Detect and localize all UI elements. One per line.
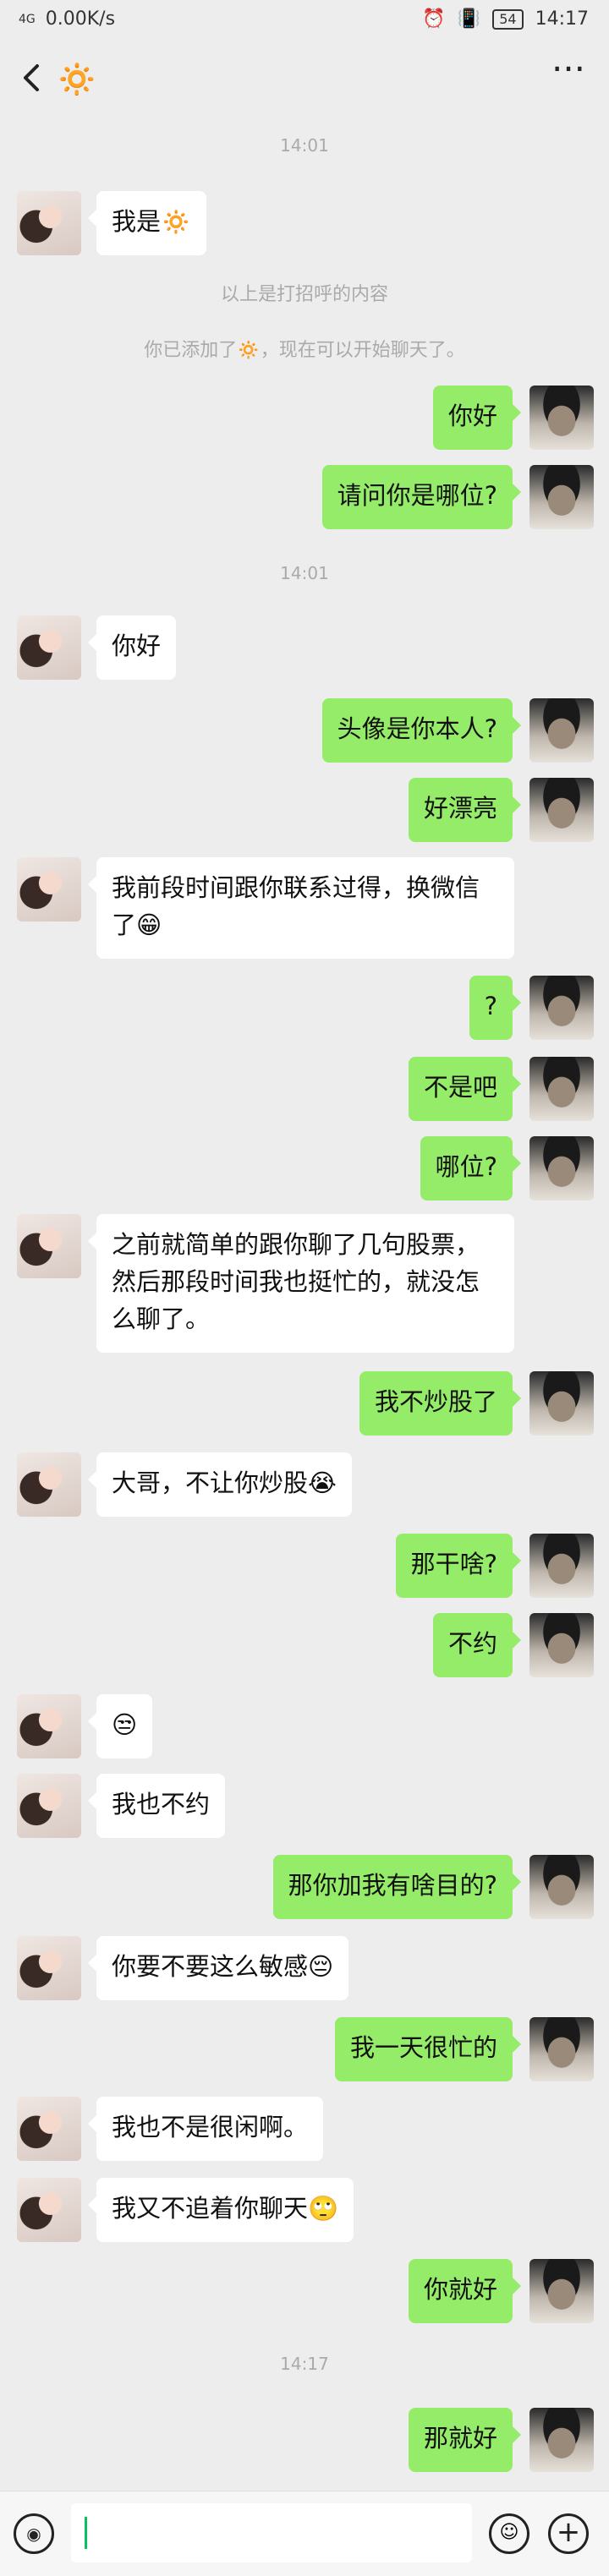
signal-icon: 4G	[19, 12, 36, 26]
contact-avatar[interactable]	[17, 1694, 81, 1758]
my-avatar[interactable]	[529, 1371, 594, 1436]
received-message-bubble[interactable]: 我前段时间跟你联系过得，换微信了😁	[88, 857, 514, 959]
more-options-icon[interactable]: ···	[543, 52, 594, 96]
sent-message-bubble[interactable]: 请问你是哪位?	[321, 465, 522, 529]
sent-message-bubble[interactable]: 哪位?	[420, 1136, 522, 1200]
time-separator: 14:17	[280, 2354, 329, 2374]
message-input[interactable]	[71, 2503, 472, 2562]
my-avatar[interactable]	[529, 2408, 594, 2472]
my-avatar[interactable]	[529, 1855, 594, 1919]
my-avatar[interactable]	[529, 698, 594, 763]
received-message-bubble[interactable]: 大哥，不让你炒股😭	[88, 1452, 352, 1517]
text-caret	[85, 2517, 87, 2549]
emoji-icon[interactable]: ☺	[489, 2513, 529, 2554]
sent-message-bubble[interactable]: 你就好	[408, 2259, 522, 2323]
received-message-bubble[interactable]: 我也不是很闲啊。	[87, 2097, 324, 2161]
battery-icon: 54	[492, 8, 524, 30]
contact-avatar[interactable]	[17, 615, 81, 680]
network-speed: 0.00K/s	[45, 8, 116, 30]
sent-message-bubble[interactable]: 那干啥?	[395, 1534, 522, 1598]
my-avatar[interactable]	[529, 1613, 594, 1677]
contact-title-sun-icon: 🔅	[56, 60, 98, 99]
system-message: 以上是打招呼的内容	[220, 284, 388, 305]
status-right: ⏰ 📳 54 14:17	[422, 8, 589, 30]
sent-message-bubble[interactable]: 你好	[432, 386, 522, 450]
status-bar: 4G 0.00K/s ⏰ 📳 54 14:17	[0, 0, 609, 41]
time-separator: 14:01	[280, 563, 329, 583]
my-avatar[interactable]	[529, 2259, 594, 2323]
received-message-bubble[interactable]: 我也不约	[87, 1774, 226, 1838]
plus-icon[interactable]: +	[548, 2513, 589, 2554]
sent-message-bubble[interactable]: 好漂亮	[408, 778, 522, 842]
received-message-bubble[interactable]: 😒	[87, 1694, 153, 1758]
time-separator: 14:01	[280, 135, 329, 156]
contact-avatar[interactable]	[17, 2097, 81, 2161]
received-message-bubble[interactable]: 我又不追着你聊天🙄	[87, 2178, 354, 2242]
input-bar: ◉ ☺ +	[0, 2491, 609, 2576]
title-bar: 🔅 ···	[0, 41, 609, 115]
back-icon[interactable]	[17, 57, 47, 98]
my-avatar[interactable]	[529, 778, 594, 842]
my-avatar[interactable]	[529, 976, 594, 1040]
contact-avatar[interactable]	[17, 857, 81, 922]
alarm-icon: ⏰	[422, 8, 446, 30]
contact-avatar[interactable]	[17, 1774, 81, 1838]
received-message-bubble[interactable]: 我是🔅	[87, 191, 207, 255]
clock: 14:17	[535, 8, 589, 30]
received-message-bubble[interactable]: 你好	[87, 615, 177, 680]
my-avatar[interactable]	[529, 1057, 594, 1121]
sent-message-bubble[interactable]: 那就好	[408, 2408, 522, 2472]
contact-avatar[interactable]	[17, 2178, 81, 2242]
received-message-bubble[interactable]: 之前就简单的跟你聊了几句股票，然后那段时间我也挺忙的，就没怎么聊了。	[88, 1214, 514, 1353]
sent-message-bubble[interactable]: 不约	[432, 1613, 522, 1677]
status-left: 4G 0.00K/s	[19, 8, 115, 30]
my-avatar[interactable]	[529, 386, 594, 450]
sent-message-bubble[interactable]: 头像是你本人?	[321, 698, 522, 763]
my-avatar[interactable]	[529, 465, 594, 529]
my-avatar[interactable]	[529, 2017, 594, 2081]
received-message-bubble[interactable]: 你要不要这么敏感😔	[87, 1936, 349, 2000]
system-message: 你已添加了🔅，现在可以开始聊天了。	[144, 340, 465, 361]
sent-message-bubble[interactable]: 那你加我有啥目的?	[272, 1855, 522, 1919]
my-avatar[interactable]	[529, 1534, 594, 1598]
vibrate-icon: 📳	[457, 8, 481, 30]
contact-avatar[interactable]	[17, 191, 81, 255]
sent-message-bubble[interactable]: ?	[469, 976, 522, 1040]
sent-message-bubble[interactable]: 我一天很忙的	[334, 2017, 522, 2081]
sent-message-bubble[interactable]: 我不炒股了	[359, 1371, 522, 1436]
contact-avatar[interactable]	[17, 1452, 81, 1517]
sent-message-bubble[interactable]: 不是吧	[408, 1057, 522, 1121]
contact-avatar[interactable]	[17, 1936, 81, 2000]
voice-icon[interactable]: ◉	[14, 2513, 54, 2554]
my-avatar[interactable]	[529, 1136, 594, 1200]
contact-avatar[interactable]	[17, 1214, 81, 1278]
